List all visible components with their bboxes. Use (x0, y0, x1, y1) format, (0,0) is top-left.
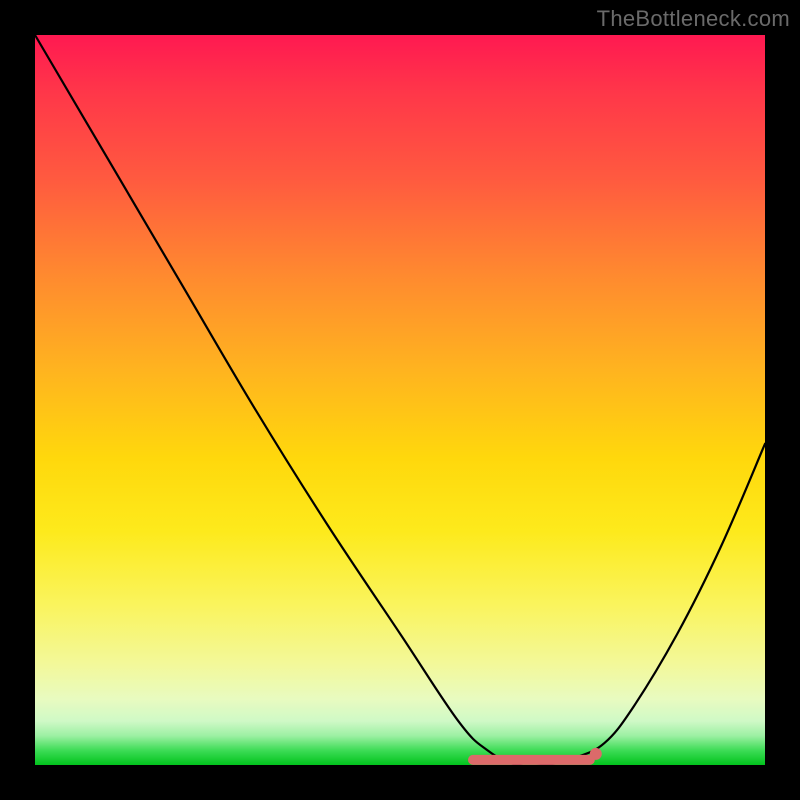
watermark-text: TheBottleneck.com (597, 6, 790, 32)
optimal-band-end-dot (590, 748, 602, 760)
bottleneck-curve (35, 35, 765, 767)
chart-svg (35, 35, 765, 765)
chart-frame: TheBottleneck.com (0, 0, 800, 800)
